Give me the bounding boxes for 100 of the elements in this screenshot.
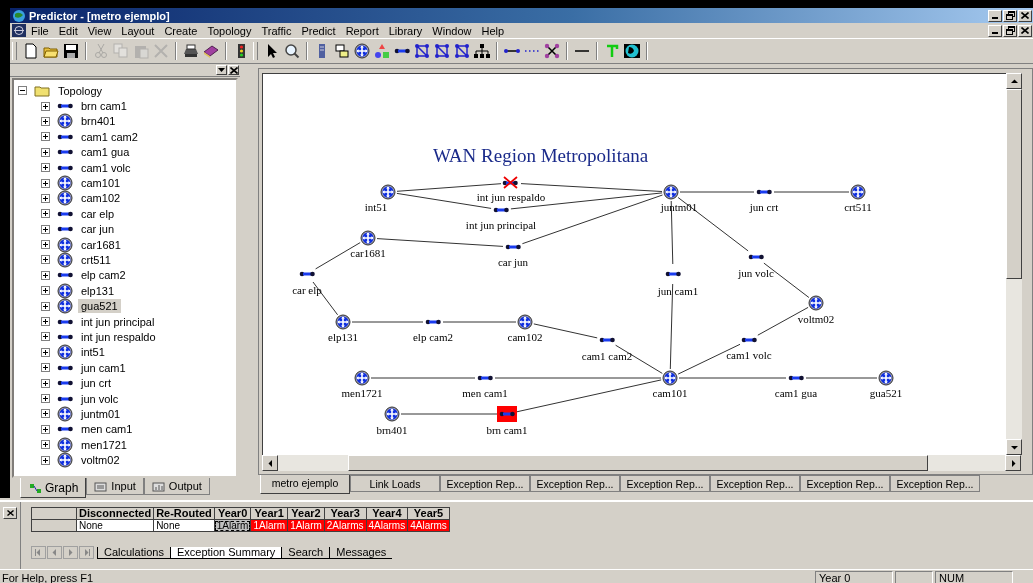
expand-icon[interactable] xyxy=(41,378,50,388)
link-icon[interactable] xyxy=(599,337,615,343)
expand-icon[interactable] xyxy=(41,147,50,157)
expand-icon[interactable] xyxy=(41,178,50,188)
expand-icon[interactable] xyxy=(41,301,50,311)
link-icon[interactable] xyxy=(299,271,315,277)
link-icon[interactable] xyxy=(788,375,804,381)
toolbar-button[interactable] xyxy=(452,41,472,61)
toolbar-button[interactable] xyxy=(282,41,302,61)
failed-link-icon[interactable] xyxy=(502,176,518,189)
expand-icon[interactable] xyxy=(41,394,50,403)
tab[interactable]: Exception Summary xyxy=(169,546,282,559)
expand-icon[interactable] xyxy=(41,270,50,280)
expand-icon[interactable] xyxy=(41,255,50,265)
tab[interactable]: Input xyxy=(86,478,144,495)
column-header[interactable]: Year1 xyxy=(250,507,288,520)
toolbar-button[interactable] xyxy=(412,41,432,61)
router-icon[interactable] xyxy=(380,184,396,200)
column-header[interactable]: Year2 xyxy=(287,507,325,520)
menu-item[interactable]: Help xyxy=(476,24,510,37)
menu-item[interactable]: Window xyxy=(427,24,477,37)
router-icon[interactable] xyxy=(354,370,370,386)
column-header[interactable]: Year5 xyxy=(407,507,450,520)
tree-item[interactable]: int jun respaldo xyxy=(78,329,159,344)
router-icon[interactable] xyxy=(663,184,679,200)
tab[interactable]: Exception Rep... xyxy=(800,475,890,492)
toolbar-button[interactable] xyxy=(332,41,352,61)
scroll-thumb[interactable] xyxy=(348,455,928,471)
menu-item[interactable]: View xyxy=(82,24,117,37)
expand-icon[interactable] xyxy=(41,163,50,173)
menu-item[interactable]: Library xyxy=(383,24,428,37)
tab[interactable]: Output xyxy=(143,478,210,495)
tree-item[interactable]: brn401 xyxy=(78,114,119,129)
close-button[interactable] xyxy=(228,65,239,75)
tree-item[interactable]: cam102 xyxy=(78,191,124,206)
menu-item[interactable]: Report xyxy=(340,24,384,37)
menu-item[interactable]: Edit xyxy=(53,24,83,37)
tree-item[interactable]: brn cam1 xyxy=(78,99,130,114)
tab[interactable]: Exception Rep... xyxy=(710,475,800,492)
tree-item[interactable]: car1681 xyxy=(78,237,124,252)
router-icon[interactable] xyxy=(878,370,894,386)
tree-item[interactable]: juntm01 xyxy=(78,406,124,421)
expand-icon[interactable] xyxy=(41,332,50,342)
router-icon[interactable] xyxy=(662,370,678,386)
link-icon[interactable] xyxy=(493,207,509,213)
restore-button[interactable] xyxy=(1003,24,1017,37)
link-icon[interactable] xyxy=(756,189,772,195)
column-header[interactable]: Year4 xyxy=(366,507,408,520)
column-header[interactable]: Year0 xyxy=(214,507,251,520)
link-icon[interactable] xyxy=(741,337,757,343)
pin-button[interactable] xyxy=(216,65,227,75)
column-header[interactable]: Year3 xyxy=(324,507,366,520)
menu-item[interactable]: Traffic xyxy=(256,24,297,37)
tree-item[interactable]: crt511 xyxy=(78,253,114,267)
router-icon[interactable] xyxy=(384,406,400,422)
expand-icon[interactable] xyxy=(41,363,50,373)
tree-item[interactable]: elp131 xyxy=(78,283,118,298)
tree-item[interactable]: jun crt xyxy=(78,376,114,391)
column-header[interactable]: Disconnected xyxy=(76,507,154,520)
tree-item[interactable]: elp cam2 xyxy=(78,268,129,283)
menu-item[interactable]: Create xyxy=(159,24,203,37)
collapse-icon[interactable] xyxy=(18,86,27,96)
expand-icon[interactable] xyxy=(41,132,50,142)
router-icon[interactable] xyxy=(517,314,533,330)
minimize-button[interactable] xyxy=(988,24,1002,37)
tree-item[interactable]: jun cam1 xyxy=(78,360,129,375)
column-header[interactable]: Re-Routed xyxy=(153,507,215,520)
link-icon[interactable] xyxy=(477,375,493,381)
tree-item[interactable]: voltm02 xyxy=(78,453,123,468)
tab[interactable]: Link Loads xyxy=(350,475,440,492)
toolbar-button[interactable] xyxy=(61,41,81,61)
expand-icon[interactable] xyxy=(41,240,50,250)
expand-icon[interactable] xyxy=(41,193,50,203)
tab[interactable]: metro ejemplo xyxy=(260,475,350,494)
tree-item[interactable]: jun volc xyxy=(78,391,122,406)
expand-icon[interactable] xyxy=(41,409,50,419)
scroll-thumb[interactable] xyxy=(1006,89,1022,279)
router-icon[interactable] xyxy=(808,295,824,311)
tab[interactable]: Messages xyxy=(329,546,393,559)
tab[interactable]: Search xyxy=(281,546,330,559)
tab[interactable]: Exception Rep... xyxy=(620,475,710,492)
toolbar-button[interactable] xyxy=(472,41,492,61)
tree-item[interactable]: cam1 gua xyxy=(78,145,133,160)
toolbar-button[interactable] xyxy=(432,41,452,61)
tree-item[interactable]: cam101 xyxy=(78,176,124,191)
tab[interactable]: Graph xyxy=(20,478,87,498)
tree-item[interactable]: int51 xyxy=(78,345,108,360)
tree-item[interactable]: car jun xyxy=(78,222,118,237)
expand-icon[interactable] xyxy=(41,286,50,296)
alarm-link-icon[interactable] xyxy=(497,406,517,422)
expand-icon[interactable] xyxy=(41,224,50,234)
expand-icon[interactable] xyxy=(41,455,50,465)
expand-icon[interactable] xyxy=(41,209,50,219)
tab[interactable]: Exception Rep... xyxy=(530,475,620,492)
menu-item[interactable]: Topology xyxy=(202,24,257,37)
minimize-button[interactable] xyxy=(988,9,1002,22)
tree-item[interactable]: cam1 volc xyxy=(78,160,134,175)
expand-icon[interactable] xyxy=(41,347,50,357)
link-icon[interactable] xyxy=(505,244,521,250)
tree-item[interactable]: car elp xyxy=(78,206,118,221)
